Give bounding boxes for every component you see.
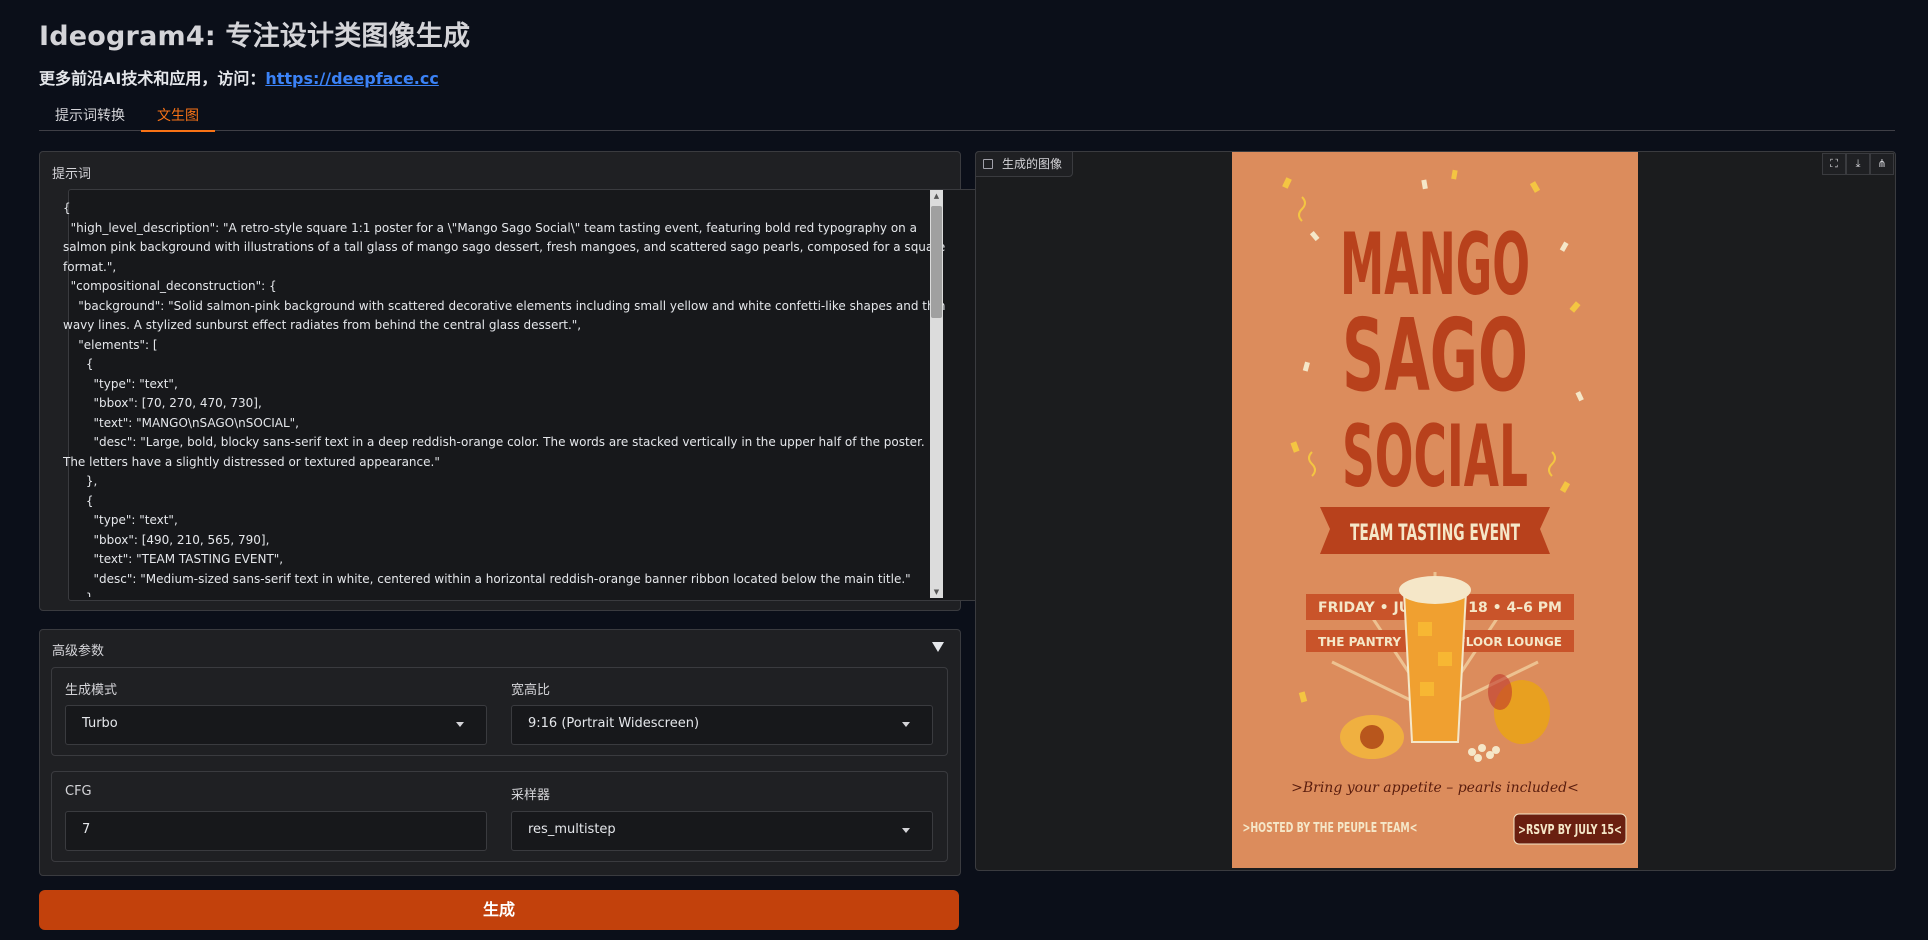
ratio-select[interactable]: 9:16 (Portrait Widescreen) bbox=[511, 705, 933, 745]
poster-tagline: >Bring your appetite – pearls included< bbox=[1291, 780, 1579, 796]
mode-label: 生成模式 bbox=[65, 683, 118, 698]
deepface-link[interactable]: https://deepface.cc bbox=[265, 69, 439, 88]
poster-date-right: 18 • 4–6 PM bbox=[1468, 600, 1562, 616]
page-title: Ideogram4: 专注设计类图像生成 bbox=[39, 21, 471, 52]
subtitle: 更多前沿AI技术和应用，访问：https://deepface.cc bbox=[39, 65, 439, 89]
ratio-value: 9:16 (Portrait Widescreen) bbox=[528, 716, 700, 731]
generate-button[interactable]: 生成 bbox=[39, 890, 959, 930]
poster-banner-text: TEAM TASTING EVENT bbox=[1350, 521, 1520, 546]
scroll-up-icon[interactable]: ▲ bbox=[930, 190, 943, 202]
generated-poster-image: MANGO SAGO SOCIAL TEAM TASTING EVENT FRI… bbox=[1232, 152, 1638, 868]
chevron-down-icon bbox=[902, 828, 910, 833]
chevron-down-icon bbox=[456, 722, 464, 727]
output-label: 生成的图像 bbox=[1002, 157, 1063, 171]
sampler-label: 采样器 bbox=[511, 788, 551, 803]
fullscreen-icon[interactable]: ⛶ bbox=[1822, 153, 1846, 175]
cfg-label: CFG bbox=[65, 784, 92, 799]
ratio-label: 宽高比 bbox=[511, 683, 551, 698]
mode-value: Turbo bbox=[82, 716, 118, 731]
scroll-thumb[interactable] bbox=[931, 206, 942, 318]
chevron-down-icon bbox=[902, 722, 910, 727]
tab-bar: 提示词转换 文生图 bbox=[39, 102, 1895, 132]
subtitle-text: 更多前沿AI技术和应用，访问： bbox=[39, 69, 266, 88]
sampler-select[interactable]: res_multistep bbox=[511, 811, 933, 851]
poster-host: >HOSTED BY THE PEUPLE TEAM< bbox=[1243, 821, 1418, 836]
cfg-input[interactable]: 7 bbox=[65, 811, 487, 851]
image-icon bbox=[983, 159, 993, 169]
prompt-scrollbar[interactable]: ▲ ▼ bbox=[930, 190, 943, 598]
poster-title-line-2: SAGO bbox=[1342, 297, 1528, 414]
tab-prompt-convert[interactable]: 提示词转换 bbox=[39, 106, 141, 130]
poster-rsvp: >RSVP BY JULY 15< bbox=[1518, 823, 1622, 838]
scroll-down-icon[interactable]: ▼ bbox=[930, 586, 943, 598]
share-icon[interactable]: ⋔ bbox=[1870, 153, 1894, 175]
cfg-value: 7 bbox=[82, 822, 91, 837]
advanced-label[interactable]: 高级参数 bbox=[52, 640, 104, 659]
prompt-label: 提示词 bbox=[52, 167, 92, 182]
poster-venue-left: THE PANTRY • bbox=[1318, 635, 1413, 649]
sampler-value: res_multistep bbox=[528, 822, 616, 837]
download-icon[interactable]: ⤓ bbox=[1846, 153, 1870, 175]
tab-text-to-image[interactable]: 文生图 bbox=[141, 106, 215, 132]
poster-title-line-3: SOCIAL bbox=[1342, 407, 1528, 507]
collapse-triangle-icon[interactable] bbox=[932, 642, 944, 652]
prompt-text[interactable]: { "high_level_description": "A retro-sty… bbox=[63, 199, 948, 597]
output-label-tag: 生成的图像 bbox=[975, 151, 1074, 177]
mode-select[interactable]: Turbo bbox=[65, 705, 487, 745]
